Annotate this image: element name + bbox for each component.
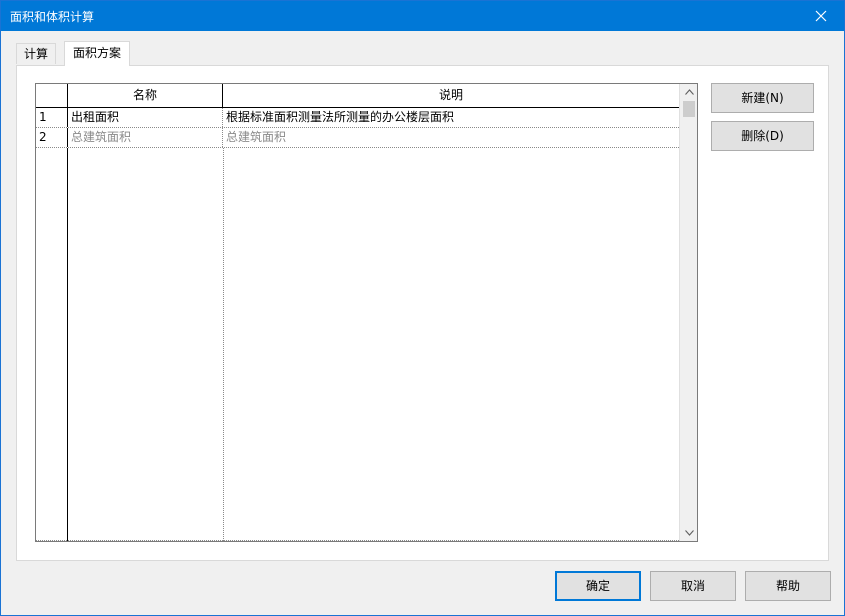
delete-button[interactable]: 删除(D) bbox=[711, 121, 814, 151]
help-button[interactable]: 帮助 bbox=[745, 571, 831, 601]
tab-area-schemes[interactable]: 面积方案 bbox=[64, 41, 131, 66]
grid-bottom-border bbox=[36, 540, 679, 541]
row-number[interactable]: 2 bbox=[36, 128, 68, 147]
scheme-description-cell[interactable]: 根据标准面积测量法所测量的办公楼层面积 bbox=[223, 108, 679, 127]
name-column-divider bbox=[223, 148, 224, 541]
tab-panel: 名称 说明 1 出租面积 根据标准面积测量法所测量的办公楼层面积 2 总建筑面积… bbox=[16, 65, 829, 561]
grid-corner-cell[interactable] bbox=[36, 84, 68, 107]
scroll-down-button[interactable] bbox=[680, 525, 697, 541]
ok-button[interactable]: 确定 bbox=[555, 571, 641, 601]
scroll-up-button[interactable] bbox=[680, 84, 697, 100]
scheme-name-cell[interactable]: 总建筑面积 bbox=[68, 128, 223, 147]
column-header-name[interactable]: 名称 bbox=[68, 84, 223, 107]
row-number[interactable]: 1 bbox=[36, 108, 68, 127]
new-button[interactable]: 新建(N) bbox=[711, 83, 814, 113]
scheme-name-cell[interactable]: 出租面积 bbox=[68, 108, 223, 127]
vertical-scrollbar[interactable] bbox=[679, 84, 697, 541]
scheme-description-cell[interactable]: 总建筑面积 bbox=[223, 128, 679, 147]
chevron-down-icon bbox=[684, 530, 694, 536]
area-scheme-grid: 名称 说明 1 出租面积 根据标准面积测量法所测量的办公楼层面积 2 总建筑面积… bbox=[35, 83, 698, 542]
chevron-up-icon bbox=[684, 89, 694, 95]
tab-calculate[interactable]: 计算 bbox=[16, 43, 57, 64]
scroll-thumb[interactable] bbox=[683, 101, 695, 117]
title-bar: 面积和体积计算 bbox=[1, 1, 844, 31]
close-icon bbox=[815, 10, 827, 22]
grid-header: 名称 说明 bbox=[36, 84, 679, 108]
row-number-column-divider bbox=[67, 148, 68, 541]
table-row[interactable]: 1 出租面积 根据标准面积测量法所测量的办公楼层面积 bbox=[36, 108, 679, 128]
table-row[interactable]: 2 总建筑面积 总建筑面积 bbox=[36, 128, 679, 148]
dialog-window: 面积和体积计算 计算 面积方案 名称 说明 1 出租面积 根据标准面积测量法所测… bbox=[0, 0, 845, 616]
column-header-description[interactable]: 说明 bbox=[223, 84, 679, 107]
close-button[interactable] bbox=[798, 1, 844, 31]
cancel-button[interactable]: 取消 bbox=[650, 571, 736, 601]
window-title: 面积和体积计算 bbox=[10, 10, 95, 24]
